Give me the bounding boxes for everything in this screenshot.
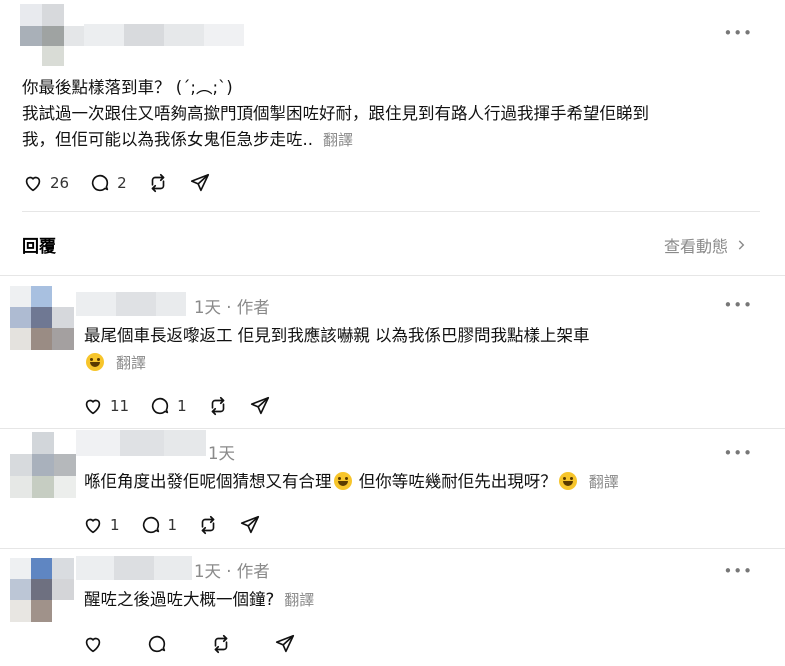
divider	[0, 275, 785, 276]
reply-text-content: 醒咗之後過咗大概一個鐘?	[84, 590, 275, 609]
reply-text: 最尾個車長返嚟返工 佢見到我應該嚇親 以為我係巴膠問我點樣上架車	[84, 326, 590, 345]
reply-actions: 11 1	[82, 394, 291, 418]
reply-avatar[interactable]	[10, 558, 74, 622]
chevron-right-icon	[738, 240, 745, 250]
repost-icon	[201, 515, 215, 535]
comment-icon	[142, 516, 159, 534]
post-text-line1: 你最後點樣落到車？ (´;︵;`)	[22, 78, 233, 97]
share-button[interactable]	[274, 633, 296, 655]
reply-text: 喺佢角度出發佢呢個猜想又有合理 但你等咗幾耐佢先出現呀？ 翻譯	[84, 468, 619, 496]
view-activity-label: 查看動態	[664, 237, 729, 256]
reply-text-line2: 翻譯	[84, 349, 146, 377]
share-icon	[241, 515, 260, 534]
grinning-sweat-emoji	[333, 472, 352, 490]
divider	[0, 548, 785, 549]
post-actions: 26 2	[22, 171, 231, 195]
post-text-line2: 我試過一次跟住又唔夠高撳門頂個掣困咗好耐，跟住見到有路人行過我揮手希望佢睇到	[22, 104, 649, 123]
divider	[0, 428, 785, 429]
reply-text-part1: 喺佢角度出發佢呢個猜想又有合理	[84, 472, 332, 491]
like-button[interactable]: 11	[82, 395, 129, 417]
comment-button[interactable]: 1	[140, 514, 178, 536]
like-count: 1	[110, 516, 120, 534]
comment-button[interactable]: 2	[89, 172, 127, 194]
more-icon[interactable]: •••	[723, 444, 753, 462]
like-button[interactable]: 1	[82, 514, 120, 536]
more-icon[interactable]: •••	[723, 562, 753, 580]
like-count: 26	[50, 174, 70, 192]
view-activity-link[interactable]: 查看動態	[664, 233, 748, 257]
heart-icon	[85, 399, 101, 415]
share-icon	[275, 634, 295, 653]
like-count: 11	[110, 397, 130, 415]
reply-avatar[interactable]	[10, 432, 76, 498]
translate-link[interactable]: 翻譯	[116, 354, 146, 372]
reply-meta: 1天 · 作者	[194, 562, 270, 581]
translate-link[interactable]: 翻譯	[589, 473, 619, 491]
reply-avatar[interactable]	[10, 286, 74, 350]
repost-button[interactable]	[210, 633, 232, 655]
repost-icon	[211, 396, 224, 416]
heart-icon	[25, 176, 41, 192]
comment-icon	[151, 397, 169, 415]
divider	[22, 211, 760, 212]
reply-meta: 1天	[208, 444, 235, 463]
comment-count: 1	[167, 516, 178, 534]
repost-button[interactable]	[207, 395, 229, 417]
reply-meta: 1天 · 作者	[194, 298, 270, 317]
reply-text-part2: 但你等咗幾耐佢先出現呀？	[358, 472, 557, 491]
comment-icon	[91, 174, 109, 192]
replies-title: 回覆	[22, 237, 56, 257]
share-button[interactable]	[189, 172, 211, 194]
reply-username-blurred[interactable]	[76, 430, 206, 456]
translate-link[interactable]: 翻譯	[284, 591, 314, 609]
share-button[interactable]	[249, 395, 271, 417]
grinning-sweat-emoji	[558, 472, 577, 490]
reply-text: 醒咗之後過咗大概一個鐘? 翻譯	[84, 586, 314, 614]
comment-icon	[148, 635, 166, 653]
post-avatar[interactable]	[20, 4, 84, 66]
heart-icon	[85, 518, 101, 534]
share-icon	[190, 173, 209, 192]
like-button[interactable]	[82, 633, 104, 655]
translate-link[interactable]: 翻譯	[323, 131, 353, 149]
comment-count: 1	[177, 397, 187, 415]
reply-username-blurred[interactable]	[76, 292, 186, 316]
comment-button[interactable]: 1	[149, 395, 187, 417]
repost-icon	[214, 634, 228, 654]
comment-count: 2	[117, 174, 127, 192]
post-text-line3: 我，但佢可能以為我係女鬼佢急步走咗.. 翻譯	[22, 126, 353, 154]
repost-icon	[151, 173, 164, 193]
more-icon[interactable]: •••	[723, 296, 753, 314]
share-button[interactable]	[239, 514, 261, 536]
reply-actions	[82, 632, 316, 656]
post-text-line3-content: 我，但佢可能以為我係女鬼佢急步走咗..	[22, 130, 313, 149]
comment-button[interactable]	[146, 633, 168, 655]
heart-icon	[85, 637, 101, 653]
repost-button[interactable]	[147, 172, 169, 194]
like-button[interactable]: 26	[22, 172, 69, 194]
grinning-sweat-emoji	[86, 353, 104, 371]
post-username-blurred[interactable]	[84, 24, 244, 46]
reply-actions: 1 1	[82, 513, 281, 537]
repost-button[interactable]	[197, 514, 219, 536]
share-icon	[250, 396, 269, 415]
more-icon[interactable]: •••	[723, 24, 753, 42]
reply-username-blurred[interactable]	[76, 556, 192, 580]
